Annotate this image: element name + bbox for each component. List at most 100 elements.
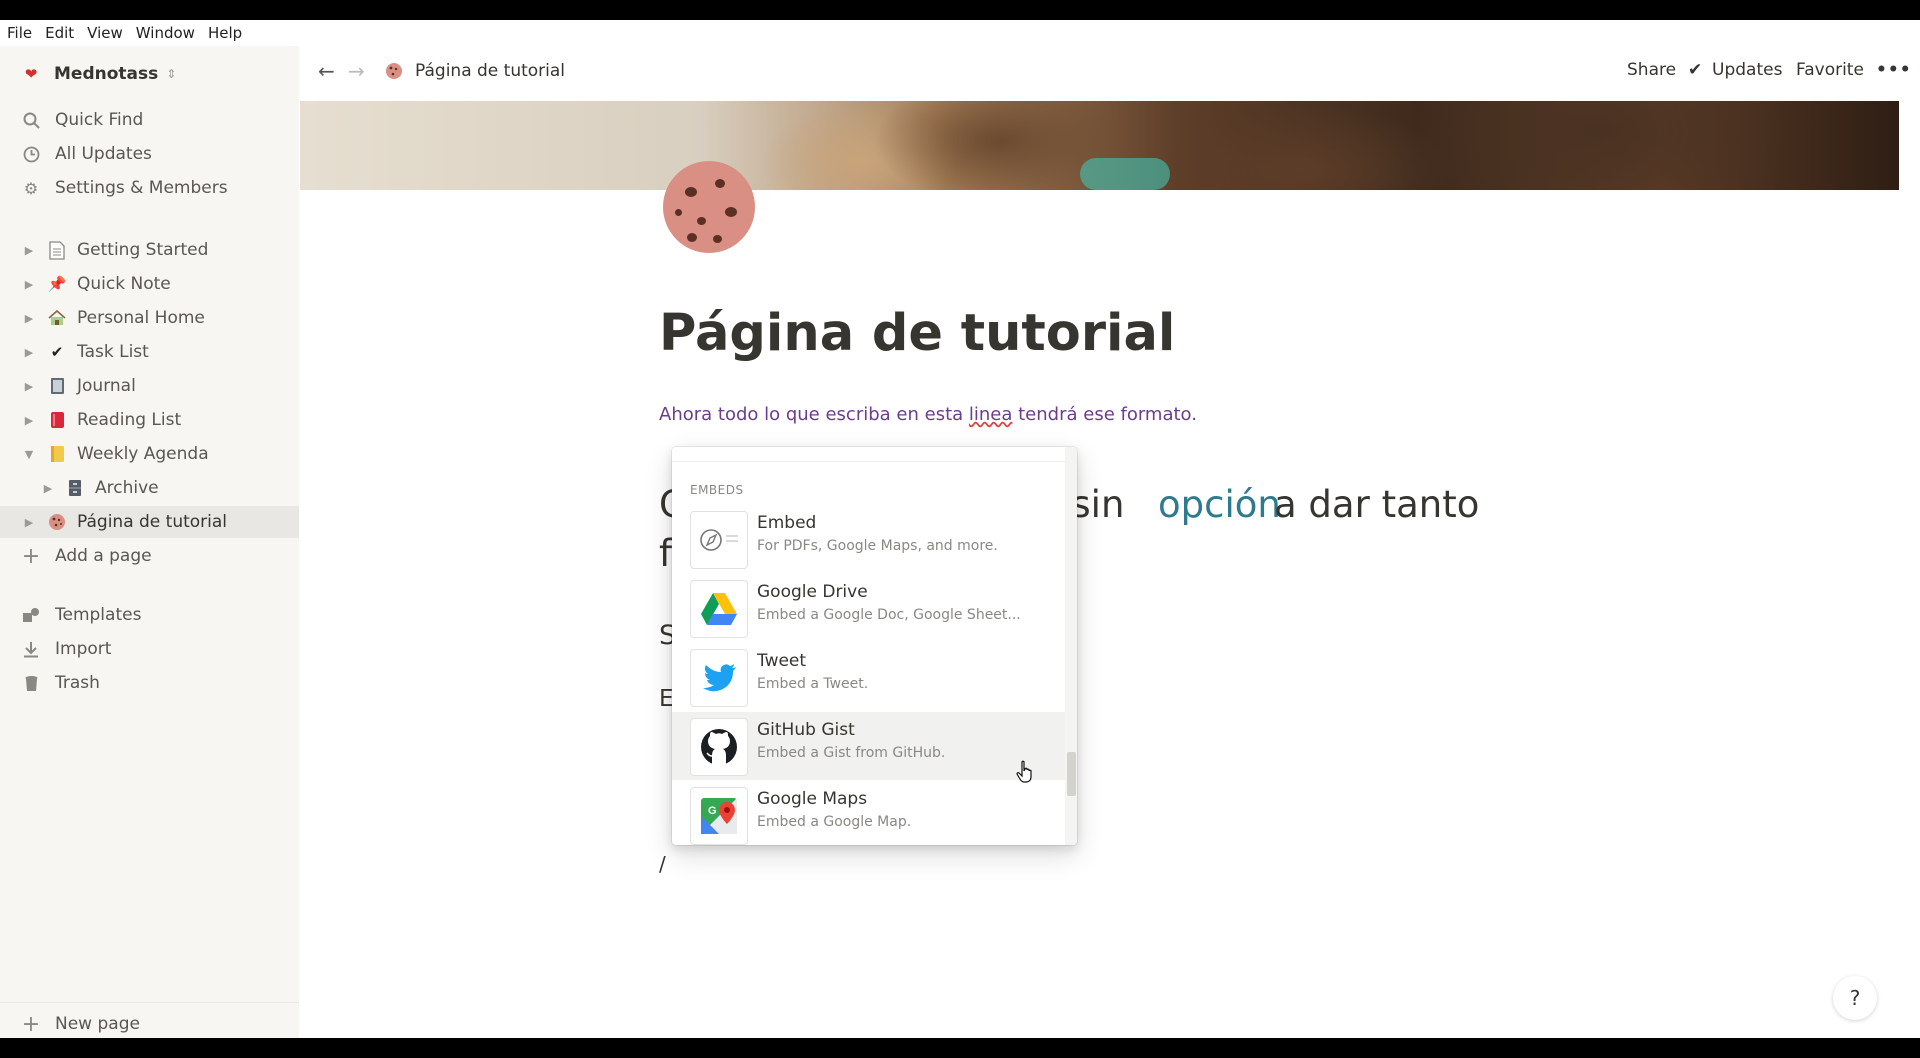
top-header: ← → Página de tutorial Share ✔ Updates F… <box>299 46 1920 96</box>
breadcrumb[interactable]: Página de tutorial <box>415 61 565 81</box>
cabinet-icon <box>64 477 86 499</box>
help-button[interactable]: ? <box>1833 976 1877 1020</box>
forward-arrow-icon[interactable]: → <box>348 59 365 83</box>
sidebar-item-weekly-agenda[interactable]: ▼ Weekly Agenda <box>0 438 299 470</box>
sidebar-item-quick-note[interactable]: ▶ 📌 Quick Note <box>0 268 299 300</box>
sidebar-item-label: Archive <box>95 478 159 498</box>
new-page-label: New page <box>55 1014 140 1034</box>
share-button[interactable]: Share <box>1627 60 1676 80</box>
menu-bar: File Edit View Window Help <box>0 20 1920 46</box>
menu-item-subtitle: For PDFs, Google Maps, and more. <box>757 538 998 554</box>
menu-item-google-maps[interactable]: G Google Maps Embed a Google Map. <box>672 781 1065 845</box>
hand-pointer-cursor-icon <box>1016 760 1034 788</box>
embeds-section-label: EMBEDS <box>690 483 744 497</box>
menu-scrollbar-thumb[interactable] <box>1067 752 1076 796</box>
sidebar-item-journal[interactable]: ▶ Journal <box>0 370 299 402</box>
sidebar-item-label: Personal Home <box>77 308 205 328</box>
menu-help[interactable]: Help <box>208 24 242 42</box>
workspace-switcher[interactable]: ❤ Mednotass ⇕ <box>0 58 299 90</box>
menu-item-github-gist[interactable]: GitHub Gist Embed a Gist from GitHub. <box>672 712 1065 780</box>
menu-item-embed[interactable]: Embed For PDFs, Google Maps, and more. <box>672 505 1065 573</box>
clock-icon <box>20 143 42 165</box>
menu-item-title: Google Drive <box>757 582 868 602</box>
menu-view[interactable]: View <box>87 24 123 42</box>
slash-command-input[interactable]: / <box>659 852 666 876</box>
menu-item-subtitle: Embed a Gist from GitHub. <box>757 745 946 761</box>
menu-window[interactable]: Window <box>136 24 195 42</box>
text-block-formatted[interactable]: Ahora todo lo que escriba en esta linea … <box>659 404 1197 425</box>
more-options-icon[interactable]: ••• <box>1876 60 1912 80</box>
settings-members[interactable]: ⚙ Settings & Members <box>0 172 299 204</box>
breadcrumb-cookie-icon <box>385 62 403 85</box>
top-black-border <box>0 0 1920 20</box>
sidebar-item-label: Reading List <box>77 410 182 430</box>
menu-item-title: Tweet <box>757 651 807 671</box>
add-page-button[interactable]: + Add a page <box>0 540 299 572</box>
sidebar-item-archive[interactable]: ▶ Archive <box>0 472 299 504</box>
menu-item-google-drive[interactable]: Google Drive Embed a Google Doc, Google … <box>672 574 1065 642</box>
menu-item-subtitle: Embed a Tweet. <box>757 676 869 692</box>
sidebar-item-label: Task List <box>77 342 149 362</box>
cookie-icon <box>46 511 68 533</box>
templates-button[interactable]: Templates <box>0 599 299 631</box>
app-window: File Edit View Window Help ❤ Mednotass ⇕… <box>0 20 1920 1038</box>
sidebar-item-pagina-de-tutorial[interactable]: ▶ Página de tutorial <box>0 506 299 538</box>
all-updates-label: All Updates <box>55 144 152 164</box>
caret-right-icon[interactable]: ▶ <box>22 414 36 427</box>
sidebar-item-label: Página de tutorial <box>77 512 228 532</box>
gear-icon: ⚙ <box>23 178 39 198</box>
cover-teal-accent <box>1080 158 1170 190</box>
page-icon <box>46 239 68 261</box>
caret-down-icon[interactable]: ▼ <box>22 448 36 461</box>
plus-icon: + <box>21 1011 41 1037</box>
settings-label: Settings & Members <box>55 178 228 198</box>
caret-right-icon[interactable]: ▶ <box>22 380 36 393</box>
caret-right-icon[interactable]: ▶ <box>22 516 36 529</box>
add-page-label: Add a page <box>55 546 152 566</box>
bottom-black-border <box>0 1038 1920 1058</box>
sidebar-item-label: Getting Started <box>77 240 209 260</box>
updates-button[interactable]: Updates <box>1712 60 1782 80</box>
sidebar-item-label: Quick Note <box>77 274 171 294</box>
caret-right-icon[interactable]: ▶ <box>22 346 36 359</box>
sidebar-item-personal-home[interactable]: ▶ Personal Home <box>0 302 299 334</box>
caret-right-icon[interactable]: ▶ <box>22 312 36 325</box>
caret-right-icon[interactable]: ▶ <box>22 278 36 291</box>
chevron-updown-icon: ⇕ <box>166 67 177 81</box>
caret-right-icon[interactable]: ▶ <box>41 482 55 495</box>
checkmark-icon: ✔ <box>1688 60 1703 80</box>
misspelled-word: linea <box>968 404 1013 425</box>
github-icon <box>690 718 748 776</box>
new-page-button[interactable]: + New page <box>0 1008 299 1038</box>
sidebar-item-label: Weekly Agenda <box>77 444 209 464</box>
import-button[interactable]: Import <box>0 633 299 665</box>
templates-label: Templates <box>55 605 142 625</box>
menu-edit[interactable]: Edit <box>45 24 74 42</box>
house-icon <box>46 307 68 329</box>
page-cookie-icon[interactable] <box>663 161 755 253</box>
compass-embed-icon <box>690 511 748 569</box>
sidebar-item-reading-list[interactable]: ▶ Reading List <box>0 404 299 436</box>
menu-item-title: Embed <box>757 513 817 533</box>
favorite-button[interactable]: Favorite <box>1796 60 1864 80</box>
menu-item-tweet[interactable]: Tweet Embed a Tweet. <box>672 643 1065 711</box>
book-icon <box>46 409 68 431</box>
all-updates[interactable]: All Updates <box>0 138 299 170</box>
sidebar-item-task-list[interactable]: ▶ ✔ Task List <box>0 336 299 368</box>
twitter-bird-icon <box>690 649 748 707</box>
menu-item-subtitle: Embed a Google Map. <box>757 814 912 830</box>
text-fragment-f[interactable]: f <box>659 532 672 575</box>
sidebar: ❤ Mednotass ⇕ Quick Find All Updates ⚙ S… <box>0 46 299 1038</box>
back-arrow-icon[interactable]: ← <box>318 59 335 83</box>
trash-button[interactable]: Trash <box>0 667 299 699</box>
notebook-yellow-icon <box>46 443 68 465</box>
google-maps-icon: G <box>690 787 748 845</box>
text-segment: tendrá ese formato. <box>1012 404 1197 425</box>
page-title[interactable]: Página de tutorial <box>659 304 1175 363</box>
trash-icon <box>20 672 42 694</box>
templates-icon <box>20 604 42 626</box>
sidebar-item-getting-started[interactable]: ▶ Getting Started <box>0 234 299 266</box>
quick-find[interactable]: Quick Find <box>0 104 299 136</box>
menu-file[interactable]: File <box>7 24 32 42</box>
caret-right-icon[interactable]: ▶ <box>22 244 36 257</box>
